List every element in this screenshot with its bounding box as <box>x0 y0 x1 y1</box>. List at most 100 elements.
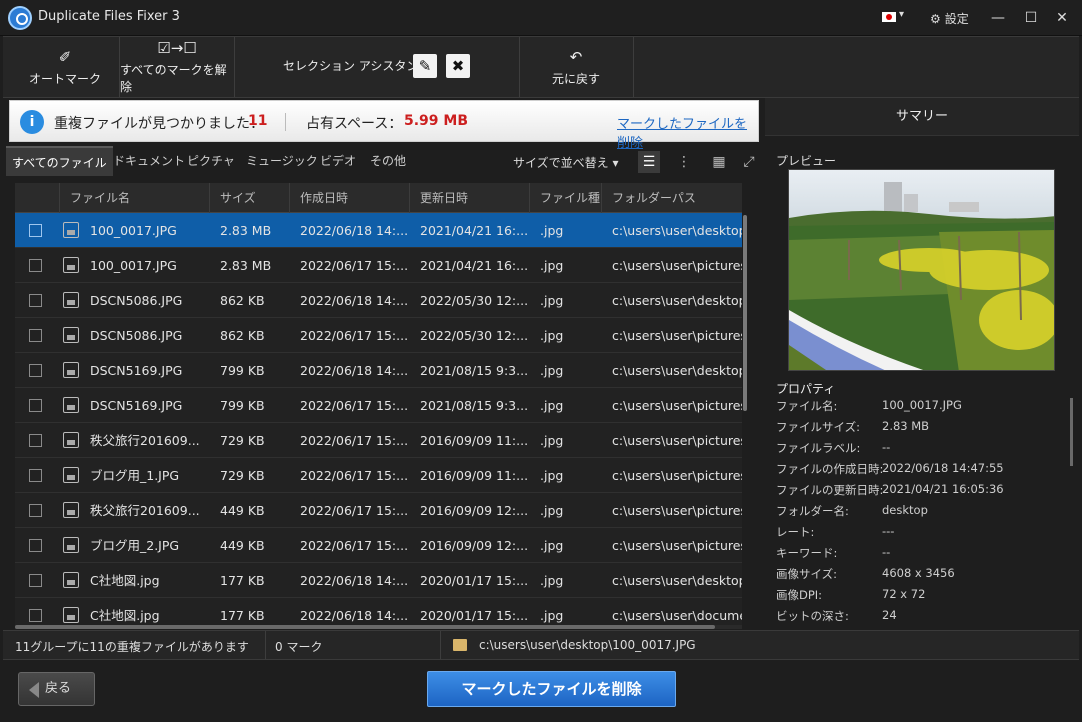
summary-panel: プレビュー プロパティ ファイル名: 100_0017.JPG ファイルサイズ:… <box>765 136 1079 630</box>
tab-documents[interactable]: ドキュメント <box>107 146 191 176</box>
table-horizontal-scrollbar[interactable] <box>15 625 715 629</box>
cell-created: 2022/06/18 14:... <box>300 223 409 238</box>
cell-size: 862 KB <box>220 328 265 343</box>
selection-assistant-label: セレクション アシスタント <box>283 59 431 73</box>
settings-button[interactable]: ⚙ 設定 <box>930 10 969 27</box>
cell-size: 729 KB <box>220 468 265 483</box>
japan-flag-icon[interactable] <box>882 12 896 22</box>
table-row[interactable]: 100_0017.JPG 2.83 MB 2022/06/18 14:... 2021… <box>15 213 742 248</box>
cell-size: 177 KB <box>220 608 265 623</box>
tools-icon[interactable]: ✖ <box>446 54 470 78</box>
duplicates-table: ファイル名 サイズ 作成日時 更新日時 ファイル種類 フォルダーパス 100_0… <box>15 183 742 625</box>
column-header-modified[interactable]: 更新日時 <box>409 183 529 213</box>
cell-size: 799 KB <box>220 398 265 413</box>
row-checkbox[interactable] <box>29 364 42 377</box>
table-row[interactable]: 100_0017.JPG 2.83 MB 2022/06/17 15:... 2021… <box>15 248 742 283</box>
row-checkbox[interactable] <box>29 609 42 622</box>
column-header-filename[interactable]: ファイル名 <box>59 183 209 213</box>
undo-button[interactable]: ↶ 元に戻す <box>520 37 632 97</box>
cell-filename: C社地図.jpg <box>90 573 160 588</box>
property-value: -- <box>882 545 891 559</box>
image-file-icon <box>63 467 79 483</box>
tab-music[interactable]: ミュージック <box>240 146 324 176</box>
tab-pictures[interactable]: ピクチャ <box>181 146 241 176</box>
cell-modified: 2021/08/15 9:3... <box>420 363 529 378</box>
column-header-size[interactable]: サイズ <box>209 183 289 213</box>
property-value: 100_0017.JPG <box>882 398 962 412</box>
row-checkbox[interactable] <box>29 469 42 482</box>
table-row[interactable]: 秩父旅行201609... 729 KB 2022/06/17 15:... 2016… <box>15 423 742 458</box>
cell-created: 2022/06/17 15:... <box>300 398 409 413</box>
cell-filename: 100_0017.JPG <box>90 223 177 238</box>
table-vertical-scrollbar[interactable] <box>743 215 747 411</box>
cell-size: 729 KB <box>220 433 265 448</box>
tab-video[interactable]: ビデオ <box>314 146 362 176</box>
cell-folderpath: c:\users\user\docume... <box>612 608 742 623</box>
row-checkbox[interactable] <box>29 294 42 307</box>
grid-view-icon[interactable]: ▦ <box>708 151 730 173</box>
detail-view-icon[interactable]: ⋮ <box>673 151 695 173</box>
property-value: 4608 x 3456 <box>882 566 955 580</box>
table-row[interactable]: ブログ用_2.JPG 449 KB 2022/06/17 15:... 2016/09… <box>15 528 742 563</box>
table-row[interactable]: DSCN5086.JPG 862 KB 2022/06/17 15:... 2022/… <box>15 318 742 353</box>
cell-filetype: .jpg <box>540 573 564 588</box>
auto-mark-label: オートマーク <box>28 71 101 86</box>
cell-modified: 2016/09/09 12:... <box>420 503 529 518</box>
unmark-all-button[interactable]: ☑→☐ すべてのマークを解除 <box>120 37 234 97</box>
list-view-icon[interactable]: ☰ <box>638 151 660 173</box>
row-checkbox[interactable] <box>29 504 42 517</box>
wand-select-icon[interactable]: ✎ <box>413 54 437 78</box>
table-row[interactable]: DSCN5086.JPG 862 KB 2022/06/18 14:... 2022/… <box>15 283 742 318</box>
row-checkbox[interactable] <box>29 399 42 412</box>
row-checkbox[interactable] <box>29 259 42 272</box>
cell-filename: 秩父旅行201609... <box>90 503 200 518</box>
table-row[interactable]: C社地図.jpg 177 KB 2022/06/18 14:... 2020/01/1… <box>15 563 742 598</box>
image-file-icon <box>63 502 79 518</box>
table-row[interactable]: DSCN5169.JPG 799 KB 2022/06/17 15:... 2021/… <box>15 388 742 423</box>
cell-filename: 100_0017.JPG <box>90 258 177 273</box>
close-button[interactable]: ✕ <box>1047 6 1077 30</box>
minimize-button[interactable]: — <box>983 6 1013 30</box>
cell-modified: 2020/01/17 15:... <box>420 573 529 588</box>
tab-other[interactable]: その他 <box>364 146 412 176</box>
column-header-filetype[interactable]: ファイル種類 <box>529 183 601 235</box>
row-checkbox[interactable] <box>29 224 42 237</box>
image-file-icon <box>63 327 79 343</box>
maximize-button[interactable]: ☐ <box>1016 6 1046 30</box>
expand-icon[interactable]: ⤢ <box>738 151 760 173</box>
sort-dropdown[interactable]: サイズで並べ替え ▾ <box>513 154 618 171</box>
cell-filetype: .jpg <box>540 503 564 518</box>
status-bar: 11グループに11の重複ファイルがあります 0 マーク c:\users\use… <box>3 630 1079 660</box>
occupied-space-value: 5.99 MB <box>404 113 469 129</box>
table-row[interactable]: C社地図.jpg 177 KB 2022/06/18 14:... 2020/01/1… <box>15 598 742 625</box>
properties-list: ファイル名: 100_0017.JPG ファイルサイズ: 2.83 MB ファイルラベル… <box>765 398 1065 628</box>
column-header-created[interactable]: 作成日時 <box>289 183 409 213</box>
undo-icon: ↶ <box>569 47 583 66</box>
settings-label: 設定 <box>944 12 969 26</box>
cell-folderpath: c:\users\user\pictures\ <box>612 328 742 343</box>
back-button[interactable]: 戻る <box>18 672 95 706</box>
row-checkbox[interactable] <box>29 539 42 552</box>
image-file-icon <box>63 362 79 378</box>
cell-filetype: .jpg <box>540 293 564 308</box>
cell-folderpath: c:\users\user\desktop <box>612 573 742 588</box>
table-row[interactable]: ブログ用_1.JPG 729 KB 2022/06/17 15:... 2016/09… <box>15 458 742 493</box>
cell-size: 2.83 MB <box>220 223 272 238</box>
cell-filetype: .jpg <box>540 328 564 343</box>
delete-marked-button[interactable]: マークしたファイルを削除 <box>427 671 676 707</box>
table-row[interactable]: 秩父旅行201609... 449 KB 2022/06/17 15:... 2016… <box>15 493 742 528</box>
auto-mark-button[interactable]: ✐ オートマーク <box>11 37 119 97</box>
app-logo-icon <box>8 6 32 30</box>
row-checkbox[interactable] <box>29 574 42 587</box>
chevron-down-icon[interactable]: ▾ <box>899 9 904 20</box>
property-value: 2.83 MB <box>882 419 930 433</box>
cell-folderpath: c:\users\user\pictures\ <box>612 503 742 518</box>
row-checkbox[interactable] <box>29 434 42 447</box>
info-icon: i <box>20 110 44 134</box>
row-checkbox[interactable] <box>29 329 42 342</box>
tab-all-files[interactable]: すべてのファイル <box>6 146 113 176</box>
column-header-folderpath[interactable]: フォルダーパス <box>601 183 742 213</box>
property-key: ファイルの更新日時: <box>776 483 884 497</box>
summary-scrollbar[interactable] <box>1070 398 1073 466</box>
table-row[interactable]: DSCN5169.JPG 799 KB 2022/06/18 14:... 2021/… <box>15 353 742 388</box>
